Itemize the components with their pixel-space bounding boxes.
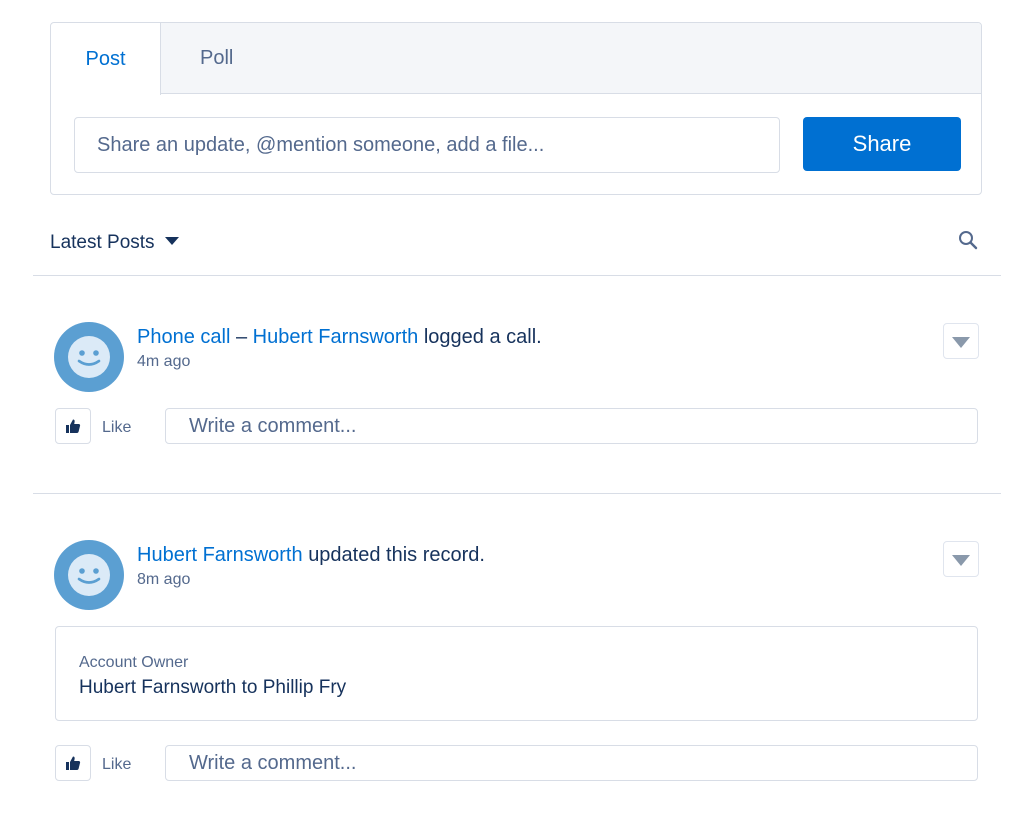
sort-dropdown[interactable]: Latest Posts [50, 232, 179, 254]
user-link[interactable]: Hubert Farnsworth [253, 326, 419, 348]
post-menu-button[interactable] [943, 323, 979, 359]
change-value-text: Hubert Farnsworth to Phillip Fry [79, 677, 347, 698]
sort-label: Latest Posts [50, 232, 155, 253]
header-separator: – [235, 326, 248, 348]
tab-poll[interactable]: Poll [200, 23, 233, 94]
record-link[interactable]: Phone call [137, 326, 230, 348]
tab-post[interactable]: Post [51, 23, 161, 95]
share-button[interactable]: Share [803, 117, 961, 171]
thumbs-up-icon [66, 419, 81, 433]
post-action-text: updated this record. [308, 544, 485, 566]
divider [33, 275, 1001, 276]
tracked-change-box: Account Owner Hubert Farnsworth to Phill… [55, 626, 978, 721]
post-header: Hubert Farnsworth updated this record. [137, 544, 485, 567]
thumbs-up-icon [66, 756, 81, 770]
tab-poll-bar: Poll [161, 23, 981, 94]
publisher-tabs: Post Poll [51, 23, 981, 95]
menu-chevron-icon [952, 555, 970, 566]
change-field-label: Account Owner [79, 654, 189, 671]
avatar[interactable] [54, 322, 124, 392]
user-link[interactable]: Hubert Farnsworth [137, 544, 303, 566]
comment-input[interactable]: Write a comment... [165, 408, 978, 444]
divider [33, 493, 1001, 494]
comment-input[interactable]: Write a comment... [165, 745, 978, 781]
menu-chevron-icon [952, 337, 970, 348]
like-button[interactable] [55, 745, 91, 781]
search-icon[interactable] [957, 229, 979, 251]
post-timestamp[interactable]: 8m ago [137, 571, 190, 589]
avatar[interactable] [54, 540, 124, 610]
dropdown-caret-icon [164, 236, 179, 245]
post-header: Phone call – Hubert Farnsworth logged a … [137, 326, 542, 349]
like-button[interactable] [55, 408, 91, 444]
publisher: Post Poll Share an update, @mention some… [50, 22, 982, 195]
like-label[interactable]: Like [102, 419, 131, 437]
post-timestamp[interactable]: 4m ago [137, 353, 190, 371]
smiley-avatar-icon [68, 554, 110, 596]
post-action-text: logged a call. [423, 326, 542, 348]
post-menu-button[interactable] [943, 541, 979, 577]
share-update-input[interactable]: Share an update, @mention someone, add a… [74, 117, 780, 173]
smiley-avatar-icon [68, 336, 110, 378]
like-label[interactable]: Like [102, 756, 131, 774]
